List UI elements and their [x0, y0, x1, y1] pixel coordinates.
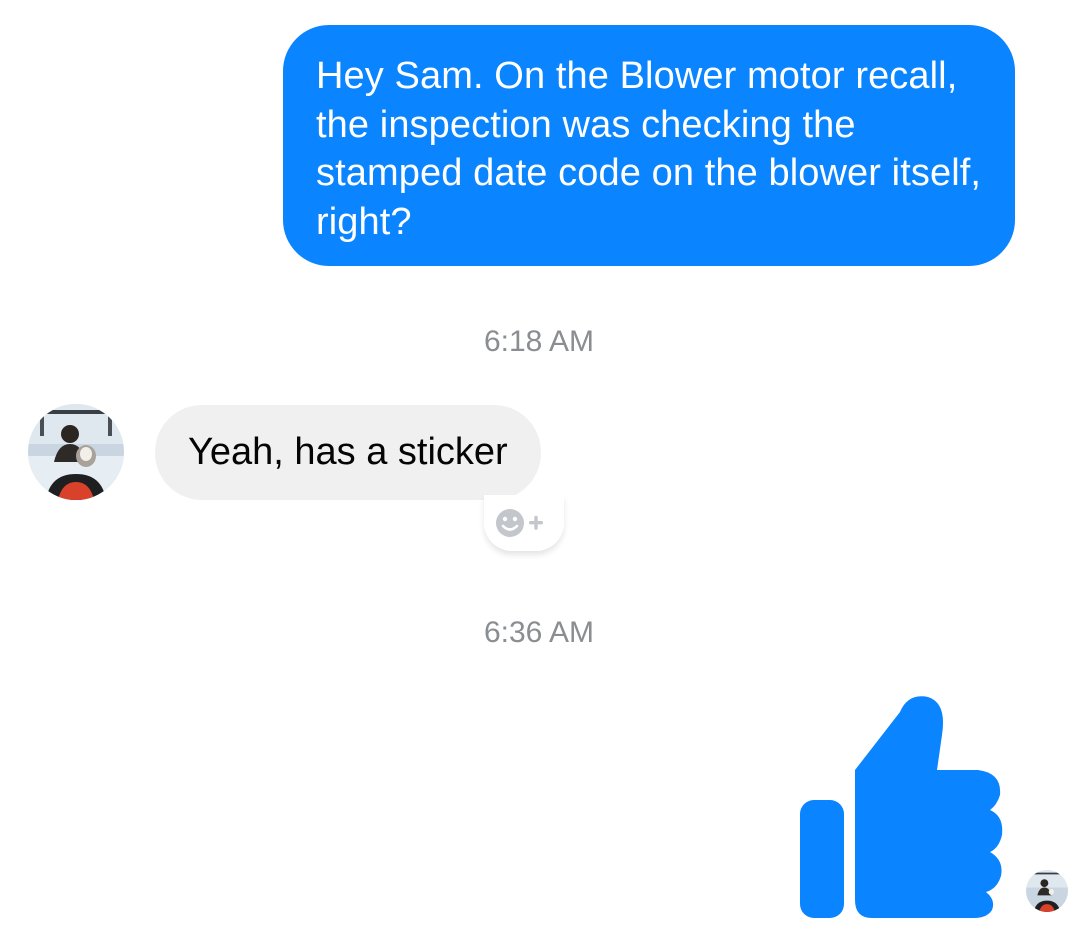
avatar-image — [28, 404, 124, 500]
message-timestamp: 6:36 AM — [483, 616, 595, 649]
read-receipt-avatar — [1026, 870, 1068, 912]
contact-avatar[interactable] — [28, 404, 124, 500]
like-sticker-graphic — [800, 696, 1003, 918]
received-message-bubble[interactable]: Yeah, has a sticker — [155, 405, 541, 500]
message-timestamp: 6:18 AM — [483, 325, 595, 358]
avatar-image — [1026, 870, 1068, 912]
sent-message-bubble[interactable]: Hey Sam. On the Blower motor recall, the… — [283, 25, 1015, 266]
thumbs-up-icon[interactable] — [800, 693, 1012, 919]
add-reaction-icon — [496, 509, 543, 537]
add-reaction-button[interactable] — [484, 495, 564, 551]
